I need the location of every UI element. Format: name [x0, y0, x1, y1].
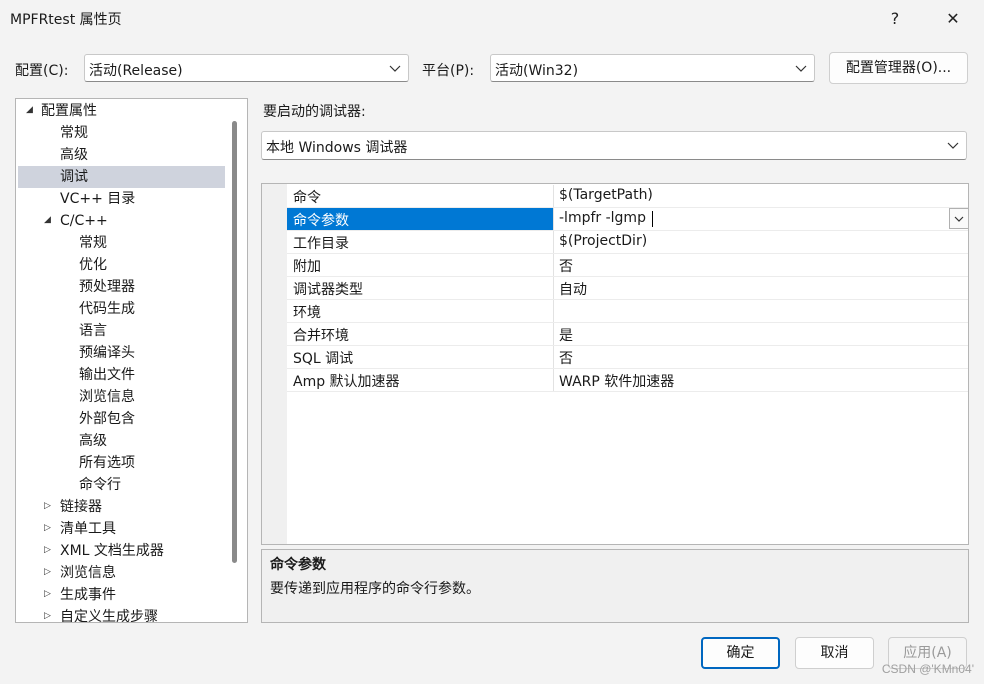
platform-label: 平台(P): — [422, 63, 475, 79]
property-row[interactable]: 工作目录 $(ProjectDir) — [287, 231, 968, 254]
property-value: WARP 软件加速器 — [559, 374, 675, 390]
tree-item[interactable]: 浏览信息 — [60, 562, 116, 584]
tree-item[interactable]: 浏览信息 — [79, 386, 135, 408]
tree-item[interactable]: 高级 — [60, 144, 88, 166]
cancel-button[interactable]: 取消 — [795, 637, 874, 669]
property-value: 否 — [559, 351, 573, 367]
config-manager-button[interactable]: 配置管理器(O)... — [829, 52, 968, 84]
tree-item[interactable]: 命令行 — [79, 474, 121, 496]
tree-item[interactable]: 自定义生成步骤 — [60, 606, 158, 622]
grid-gutter — [262, 184, 287, 544]
value-dropdown-button[interactable] — [949, 208, 968, 229]
title-bar: MPFRtest 属性页 ? ✕ — [0, 0, 984, 38]
property-name: 环境 — [293, 305, 321, 321]
property-value: $(ProjectDir) — [559, 233, 648, 249]
chevron-down-icon — [389, 65, 401, 72]
tree-item[interactable]: C/C++ — [60, 210, 108, 232]
description-title: 命令参数 — [270, 557, 326, 573]
tree-item[interactable]: 常规 — [60, 122, 88, 144]
column-separator — [553, 346, 554, 368]
chevron-down-icon — [795, 65, 807, 72]
property-row[interactable]: SQL 调试 否 — [287, 346, 968, 369]
expand-arrow-icon[interactable]: ▷ — [44, 611, 51, 621]
window-title: MPFRtest 属性页 — [10, 12, 122, 28]
config-label: 配置(C): — [15, 63, 69, 79]
tree-item[interactable]: 优化 — [79, 254, 107, 276]
tree-item[interactable]: 高级 — [79, 430, 107, 452]
tree-item[interactable]: 预处理器 — [79, 276, 135, 298]
property-row[interactable]: 附加 否 — [287, 254, 968, 277]
ok-button[interactable]: 确定 — [701, 637, 780, 669]
expand-arrow-icon[interactable]: ▷ — [44, 545, 51, 555]
help-button[interactable]: ? — [866, 0, 924, 38]
column-separator — [553, 185, 554, 207]
debugger-select-value: 本地 Windows 调试器 — [266, 140, 408, 156]
column-separator — [553, 277, 554, 299]
tree-selection-highlight — [18, 166, 225, 188]
property-row[interactable]: Amp 默认加速器 WARP 软件加速器 — [287, 369, 968, 392]
property-grid: 命令 $(TargetPath) 命令参数 -lmpfr -lgmp 工作目录 $(Pro… — [261, 183, 969, 545]
tree-item[interactable]: 外部包含 — [79, 408, 135, 430]
tree-item[interactable]: 输出文件 — [79, 364, 135, 386]
tree-item[interactable]: 语言 — [79, 320, 107, 342]
property-row[interactable]: 命令参数 -lmpfr -lgmp — [287, 208, 968, 231]
property-value: 是 — [559, 328, 573, 344]
config-select[interactable]: 活动(Release) — [84, 54, 409, 82]
expand-arrow-icon[interactable]: ▷ — [44, 523, 51, 533]
property-tree: ◢ 配置属性 常规 高级 调试 VC++ 目录 ◢ C/C++ 常规 优化 预处理器 代码生成 语言 预编… — [15, 98, 248, 623]
config-select-value: 活动(Release) — [89, 63, 183, 79]
expand-arrow-icon[interactable]: ▷ — [44, 589, 51, 599]
watermark: CSDN @'KMn04' — [881, 662, 974, 676]
text-caret — [652, 211, 653, 227]
debugger-select[interactable]: 本地 Windows 调试器 — [261, 131, 967, 160]
column-separator — [553, 254, 554, 276]
chevron-down-icon — [947, 142, 959, 149]
tree-item[interactable]: 代码生成 — [79, 298, 135, 320]
collapse-arrow-icon[interactable]: ◢ — [44, 215, 51, 225]
property-value: $(TargetPath) — [559, 187, 653, 203]
column-separator — [553, 369, 554, 391]
tree-item[interactable]: 预编译头 — [79, 342, 135, 364]
property-value: 否 — [559, 259, 573, 275]
property-row[interactable]: 环境 — [287, 300, 968, 323]
collapse-arrow-icon[interactable]: ◢ — [26, 105, 33, 115]
tree-item[interactable]: 清单工具 — [60, 518, 116, 540]
property-name: 附加 — [293, 259, 321, 275]
description-panel: 命令参数 要传递到应用程序的命令行参数。 — [261, 549, 969, 623]
tree-item[interactable]: XML 文档生成器 — [60, 540, 164, 562]
tree-item[interactable]: 调试 — [60, 166, 88, 188]
property-name: Amp 默认加速器 — [293, 374, 400, 390]
close-button[interactable]: ✕ — [924, 0, 982, 38]
description-text: 要传递到应用程序的命令行参数。 — [270, 581, 480, 597]
tree-item[interactable]: 链接器 — [60, 496, 102, 518]
property-name: 命令 — [293, 190, 321, 206]
debugger-label: 要启动的调试器: — [263, 104, 366, 120]
property-row[interactable]: 合并环境 是 — [287, 323, 968, 346]
platform-select-value: 活动(Win32) — [495, 63, 579, 79]
property-name: 命令参数 — [293, 213, 349, 229]
tree-item[interactable]: 常规 — [79, 232, 107, 254]
property-name: 合并环境 — [293, 328, 349, 344]
column-separator — [553, 300, 554, 322]
property-name: 工作目录 — [293, 236, 349, 252]
property-row[interactable]: 命令 $(TargetPath) — [287, 185, 968, 208]
property-value: 自动 — [559, 282, 587, 298]
column-separator — [553, 208, 554, 230]
tree-scrollbar[interactable] — [232, 121, 237, 563]
chevron-down-icon — [954, 216, 964, 222]
tree-item[interactable]: VC++ 目录 — [60, 188, 135, 210]
expand-arrow-icon[interactable]: ▷ — [44, 501, 51, 511]
platform-select[interactable]: 活动(Win32) — [490, 54, 815, 82]
property-value-editor[interactable]: -lmpfr -lgmp — [559, 210, 646, 226]
tree-item[interactable]: 生成事件 — [60, 584, 116, 606]
property-name: SQL 调试 — [293, 351, 354, 367]
tree-item[interactable]: 配置属性 — [41, 100, 97, 122]
property-row[interactable]: 调试器类型 自动 — [287, 277, 968, 300]
tree-item[interactable]: 所有选项 — [79, 452, 135, 474]
column-separator — [553, 231, 554, 253]
expand-arrow-icon[interactable]: ▷ — [44, 567, 51, 577]
column-separator — [553, 323, 554, 345]
property-name: 调试器类型 — [293, 282, 363, 298]
